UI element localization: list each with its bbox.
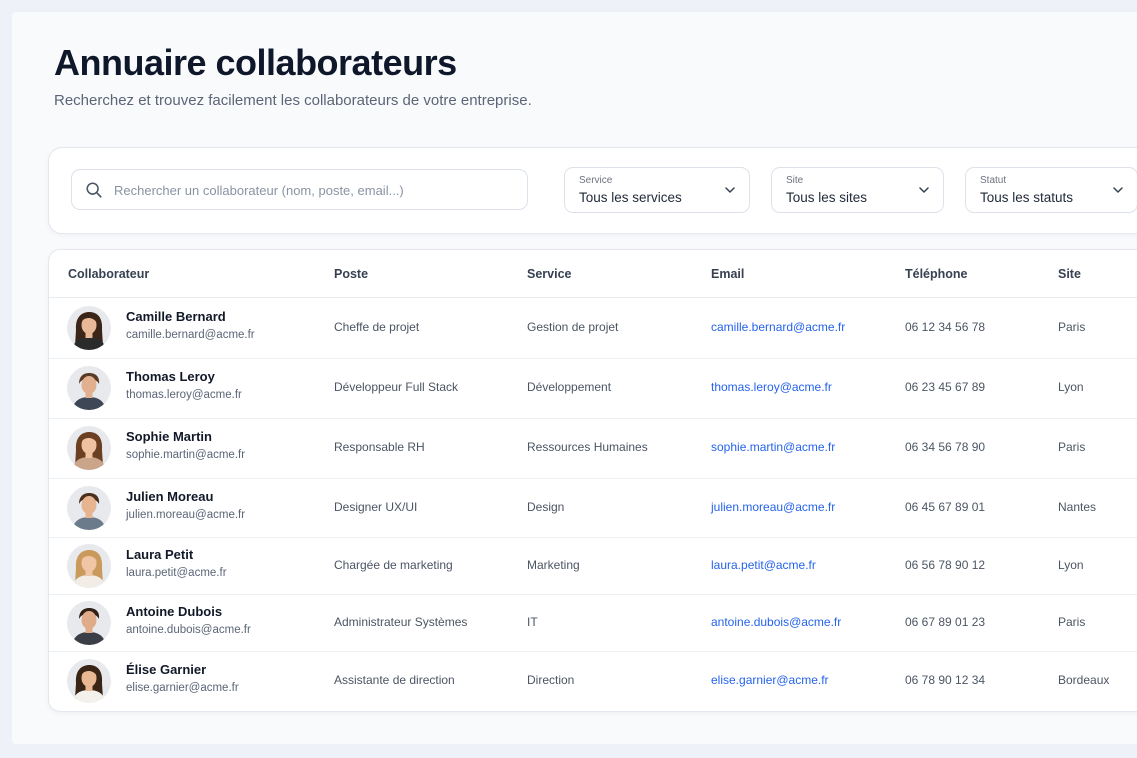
cell-service: Développement	[527, 380, 612, 394]
employee-name[interactable]: Sophie Martin	[126, 429, 212, 444]
cell-site: Nantes	[1058, 500, 1097, 514]
service-filter-value: Tous les services	[579, 190, 682, 205]
cell-email[interactable]: laura.petit@acme.fr	[711, 558, 816, 572]
chevron-down-icon	[1113, 187, 1123, 193]
site-filter-value: Tous les sites	[786, 190, 868, 205]
avatar	[67, 426, 111, 470]
cell-email[interactable]: camille.bernard@acme.fr	[711, 320, 845, 334]
filter-bar: Service Tous les services Site Tous les …	[48, 147, 1137, 234]
cell-telephone: 06 45 67 89 01	[905, 500, 986, 514]
page: Annuaire collaborateurs Recherchez et tr…	[12, 12, 1137, 744]
cell-site: Lyon	[1058, 558, 1084, 572]
table-row[interactable]: Julien Moreau julien.moreau@acme.fr Design…	[49, 478, 1137, 538]
cell-telephone: 06 78 90 12 34	[905, 673, 986, 687]
cell-site: Lyon	[1058, 380, 1084, 394]
cell-site: Paris	[1058, 615, 1086, 629]
column-header-collaborateur[interactable]: Collaborateur	[68, 267, 149, 281]
cell-email[interactable]: elise.garnier@acme.fr	[711, 673, 829, 687]
column-header-poste[interactable]: Poste	[334, 267, 368, 281]
avatar	[67, 486, 111, 530]
column-header-site[interactable]: Site	[1058, 267, 1081, 281]
employee-name[interactable]: Thomas Leroy	[126, 369, 215, 384]
table-row[interactable]: Thomas Leroy thomas.leroy@acme.fr Développ…	[49, 358, 1137, 419]
employee-subtitle-email: sophie.martin@acme.fr	[126, 449, 246, 461]
table-row[interactable]: Laura Petit laura.petit@acme.fr Chargée de…	[49, 537, 1137, 595]
cell-email[interactable]: antoine.dubois@acme.fr	[711, 615, 841, 629]
site-filter-label: Site	[786, 175, 804, 186]
cell-email[interactable]: thomas.leroy@acme.fr	[711, 380, 832, 394]
search-icon	[86, 182, 102, 198]
service-filter-select[interactable]: Service Tous les services	[564, 167, 750, 213]
cell-telephone: 06 23 45 67 89	[905, 380, 986, 394]
employee-subtitle-email: elise.garnier@acme.fr	[126, 682, 239, 694]
avatar	[67, 366, 111, 410]
table-row[interactable]: Élise Garnier elise.garnier@acme.fr Assist…	[49, 651, 1137, 711]
employee-subtitle-email: antoine.dubois@acme.fr	[126, 624, 251, 636]
search-input[interactable]	[112, 170, 516, 211]
cell-poste: Designer UX/UI	[334, 500, 418, 514]
avatar	[67, 659, 111, 703]
cell-email[interactable]: julien.moreau@acme.fr	[711, 500, 835, 514]
employee-name[interactable]: Camille Bernard	[126, 309, 226, 324]
table-row[interactable]: Antoine Dubois antoine.dubois@acme.fr Admi…	[49, 594, 1137, 652]
statut-filter-label: Statut	[980, 175, 1007, 186]
employee-subtitle-email: camille.bernard@acme.fr	[126, 329, 255, 341]
cell-poste: Chargée de marketing	[334, 558, 453, 572]
table-row[interactable]: Sophie Martin sophie.martin@acme.fr Respon…	[49, 418, 1137, 479]
cell-service: Marketing	[527, 558, 580, 572]
avatar	[67, 544, 111, 588]
employee-subtitle-email: julien.moreau@acme.fr	[126, 509, 246, 521]
cell-service: Gestion de projet	[527, 320, 619, 334]
employee-name[interactable]: Antoine Dubois	[126, 604, 222, 619]
cell-poste: Assistante de direction	[334, 673, 455, 687]
avatar	[67, 306, 111, 350]
statut-filter-select[interactable]: Statut Tous les statuts	[965, 167, 1137, 213]
cell-poste: Cheffe de projet	[334, 320, 420, 334]
column-header-email[interactable]: Email	[711, 267, 744, 281]
page-subtitle: Recherchez et trouvez facilement les col…	[54, 92, 532, 109]
service-filter-label: Service	[579, 175, 613, 186]
column-header-telephone[interactable]: Téléphone	[905, 267, 968, 281]
employee-name[interactable]: Julien Moreau	[126, 489, 213, 504]
site-filter-select[interactable]: Site Tous les sites	[771, 167, 944, 213]
chevron-down-icon	[919, 187, 929, 193]
cell-site: Bordeaux	[1058, 673, 1110, 687]
page-title: Annuaire collaborateurs	[54, 42, 457, 83]
employee-subtitle-email: laura.petit@acme.fr	[126, 567, 227, 579]
column-header-service[interactable]: Service	[527, 267, 571, 281]
cell-poste: Développeur Full Stack	[334, 380, 459, 394]
cell-poste: Responsable RH	[334, 440, 425, 454]
table-header: Collaborateur Poste Service Email Téléph…	[49, 250, 1137, 298]
chevron-down-icon	[725, 187, 735, 193]
cell-telephone: 06 56 78 90 12	[905, 558, 986, 572]
search-box[interactable]	[71, 169, 528, 211]
cell-service: Design	[527, 500, 565, 514]
cell-service: Ressources Humaines	[527, 440, 648, 454]
employee-subtitle-email: thomas.leroy@acme.fr	[126, 389, 242, 401]
cell-email[interactable]: sophie.martin@acme.fr	[711, 440, 835, 454]
cell-telephone: 06 12 34 56 78	[905, 320, 986, 334]
avatar	[67, 601, 111, 645]
cell-poste: Administrateur Systèmes	[334, 615, 468, 629]
cell-telephone: 06 34 56 78 90	[905, 440, 986, 454]
cell-site: Paris	[1058, 320, 1086, 334]
employee-name[interactable]: Laura Petit	[126, 547, 193, 562]
cell-service: IT	[527, 615, 538, 629]
table-row[interactable]: Camille Bernard camille.bernard@acme.fr Ch…	[49, 297, 1137, 359]
employee-table: Collaborateur Poste Service Email Téléph…	[48, 249, 1137, 712]
cell-site: Paris	[1058, 440, 1086, 454]
cell-telephone: 06 67 89 01 23	[905, 615, 986, 629]
cell-service: Direction	[527, 673, 575, 687]
statut-filter-value: Tous les statuts	[980, 190, 1074, 205]
employee-name[interactable]: Élise Garnier	[126, 662, 206, 677]
